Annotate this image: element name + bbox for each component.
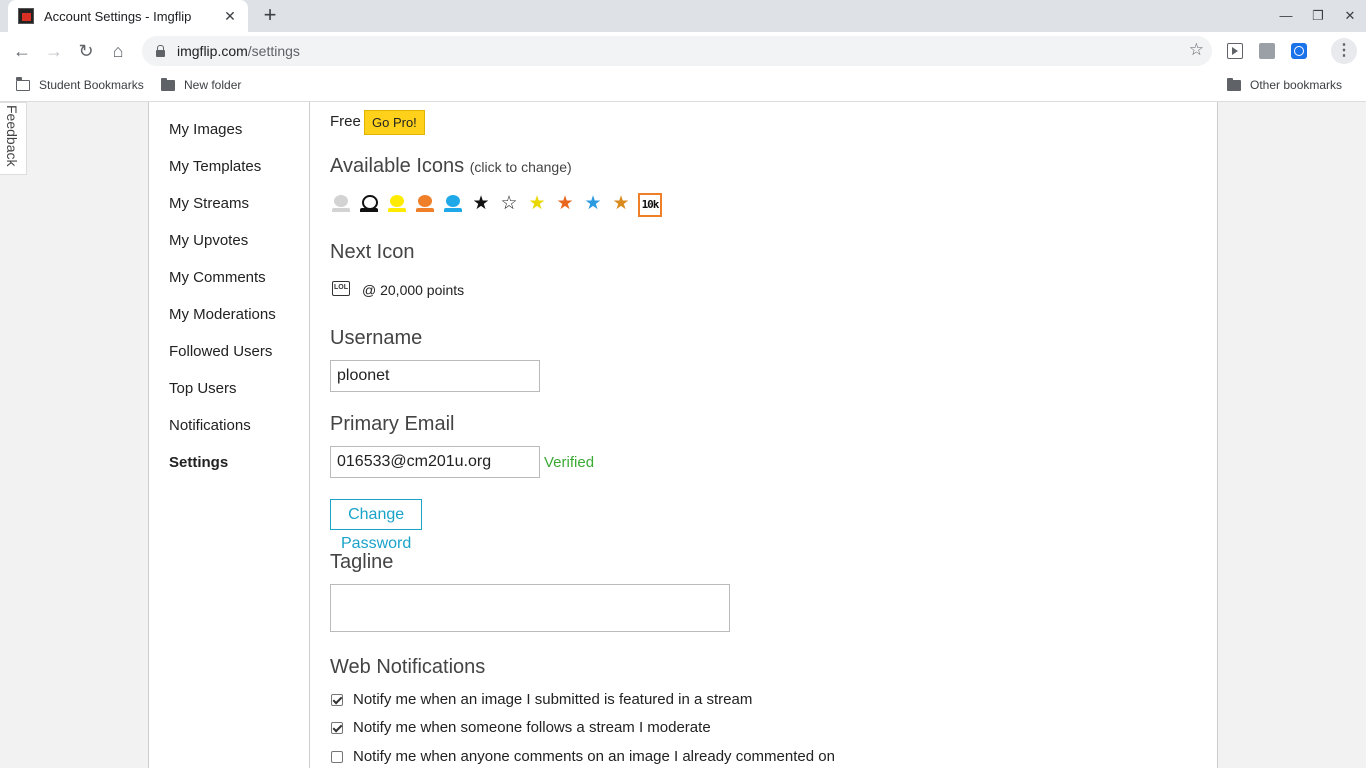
10k-icon[interactable]: 10k <box>638 193 662 217</box>
reload-icon[interactable]: ↻ <box>73 38 99 64</box>
extension-icon[interactable] <box>1259 43 1275 59</box>
browser-menu-icon[interactable]: ⋮ <box>1331 38 1357 64</box>
plan-row: Free Go Pro! <box>330 110 425 135</box>
sidebar-item-my-moderations[interactable]: My Moderations <box>169 306 276 323</box>
user-black-outline-icon[interactable] <box>358 193 380 215</box>
email-input[interactable] <box>330 446 540 478</box>
globe-extension-icon[interactable] <box>1291 43 1307 59</box>
notify-featured-option[interactable]: Notify me when an image I submitted is f… <box>330 691 752 708</box>
tab-bar: Account Settings - Imgflip ✕ + — ❐ ✕ <box>0 0 1366 32</box>
user-gray-icon[interactable] <box>330 193 352 215</box>
web-notifications-heading: Web Notifications <box>330 656 486 678</box>
sidebar-item-settings[interactable]: Settings <box>169 454 228 471</box>
imgflip-favicon-icon <box>18 8 34 24</box>
address-bar[interactable]: imgflip.com/settings ☆ <box>142 36 1212 66</box>
user-yellow-icon[interactable] <box>386 193 408 215</box>
bookmark-star-icon[interactable]: ☆ <box>1189 40 1204 60</box>
url-text: imgflip.com/settings <box>177 43 300 59</box>
folder-icon <box>161 77 175 91</box>
new-tab-icon[interactable]: + <box>258 4 282 28</box>
plan-label: Free <box>330 113 361 130</box>
settings-sidebar: My Images My Templates My Streams My Upv… <box>149 102 310 768</box>
lock-icon[interactable] <box>156 44 165 57</box>
tab-title: Account Settings - Imgflip <box>44 8 192 24</box>
sidebar-item-my-images[interactable]: My Images <box>169 121 242 138</box>
sidebar-item-my-streams[interactable]: My Streams <box>169 195 249 212</box>
lol-speech-icon: LOL <box>332 281 350 296</box>
page-container: My Images My Templates My Streams My Upv… <box>148 102 1218 768</box>
primary-email-label: Primary Email <box>330 413 455 435</box>
sidebar-item-followed-users[interactable]: Followed Users <box>169 343 272 360</box>
close-tab-icon[interactable]: ✕ <box>222 8 238 24</box>
user-blue-icon[interactable] <box>442 193 464 215</box>
browser-tab[interactable]: Account Settings - Imgflip ✕ <box>8 0 248 32</box>
minimize-icon[interactable]: — <box>1274 6 1298 26</box>
home-icon[interactable]: ⌂ <box>105 38 131 64</box>
username-label: Username <box>330 327 423 349</box>
star-orange-icon[interactable]: ★ <box>554 193 576 215</box>
notify-follows-checkbox[interactable] <box>331 721 343 734</box>
next-icon-heading: Next Icon <box>330 241 415 263</box>
bookmark-new-folder[interactable]: New folder <box>161 77 241 92</box>
browser-toolbar: ← → ↻ ⌂ imgflip.com/settings ☆ ⋮ <box>0 32 1366 70</box>
notify-comments-option[interactable]: Notify me when anyone comments on an ima… <box>330 748 835 765</box>
username-input[interactable] <box>330 360 540 392</box>
star-blue-icon[interactable]: ★ <box>582 193 604 215</box>
change-password-button[interactable]: Change Password <box>330 499 423 552</box>
folder-icon <box>15 77 30 91</box>
verified-status: Verified <box>544 454 595 471</box>
sidebar-item-my-comments[interactable]: My Comments <box>169 269 266 286</box>
forward-icon[interactable]: → <box>41 38 67 64</box>
notify-featured-checkbox[interactable] <box>331 693 343 706</box>
window-close-icon[interactable]: ✕ <box>1338 6 1362 26</box>
sidebar-item-my-upvotes[interactable]: My Upvotes <box>169 232 248 249</box>
bookmark-other-bookmarks[interactable]: Other bookmarks <box>1227 77 1342 92</box>
next-icon-points: @ 20,000 points <box>362 282 465 298</box>
back-icon[interactable]: ← <box>9 38 35 64</box>
available-icons-heading: Available Icons (click to change) <box>330 155 572 177</box>
notify-comments-checkbox[interactable] <box>331 750 343 763</box>
tagline-label: Tagline <box>330 551 394 573</box>
bookmarks-bar: Student Bookmarks New folder Other bookm… <box>0 70 1366 102</box>
user-orange-icon[interactable] <box>414 193 436 215</box>
tagline-textarea[interactable] <box>330 584 730 632</box>
sidebar-item-top-users[interactable]: Top Users <box>169 380 237 397</box>
star-yellow-icon[interactable]: ★ <box>526 193 548 215</box>
icon-picker: ★ ☆ ★ ★ ★ ★ 10k <box>330 193 668 217</box>
media-extension-icon[interactable] <box>1227 43 1243 59</box>
folder-icon <box>1227 77 1241 91</box>
go-pro-button[interactable]: Go Pro! <box>364 110 425 135</box>
star-gold-icon[interactable]: ★ <box>610 193 632 215</box>
star-black-icon[interactable]: ★ <box>470 193 492 215</box>
feedback-tab[interactable]: Feedback <box>0 102 27 175</box>
restore-icon[interactable]: ❐ <box>1306 6 1330 26</box>
star-outline-icon[interactable]: ☆ <box>498 193 520 215</box>
sidebar-item-my-templates[interactable]: My Templates <box>169 158 261 175</box>
bookmark-student-bookmarks[interactable]: Student Bookmarks <box>15 77 144 92</box>
sidebar-item-notifications[interactable]: Notifications <box>169 417 251 434</box>
notify-follows-option[interactable]: Notify me when someone follows a stream … <box>330 719 711 736</box>
